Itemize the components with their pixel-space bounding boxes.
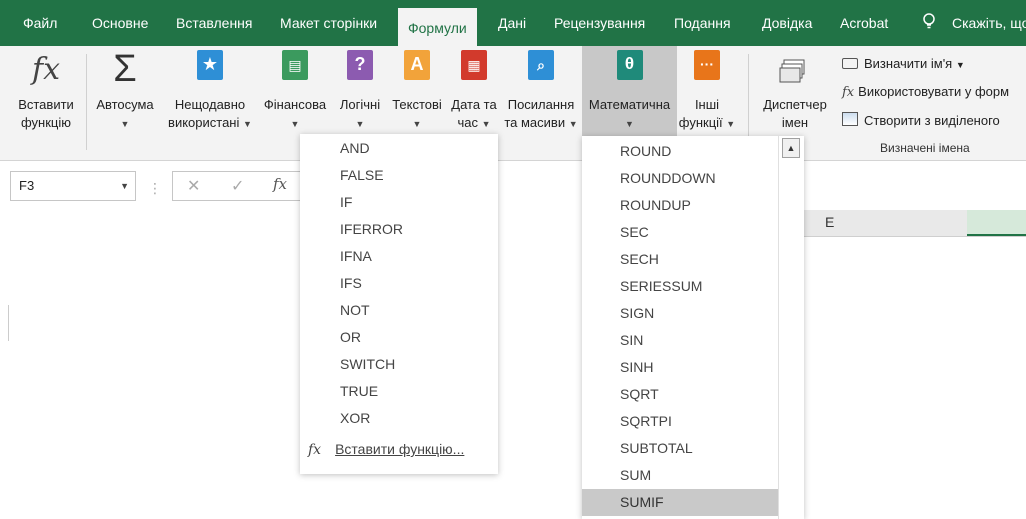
fx-icon: fx — [308, 442, 322, 458]
scroll-up-icon[interactable]: ▲ — [782, 138, 800, 158]
menu-item-sqrtpi[interactable]: SQRTPI — [582, 408, 804, 435]
insert-function-button[interactable]: fx Вставити функцію — [10, 46, 82, 158]
lookup-book-icon: ⌕ — [528, 50, 554, 80]
theta-book-icon: θ — [616, 50, 643, 80]
tell-me-search[interactable]: Скажіть, що — [952, 0, 1026, 46]
menu-item-ifs[interactable]: IFS — [300, 270, 498, 297]
column-header-strip: E — [795, 210, 1026, 237]
column-header-f-selected[interactable] — [967, 210, 1026, 236]
defined-names-group-label: Визначені імена — [880, 141, 970, 155]
menu-item-not[interactable]: NOT — [300, 297, 498, 324]
menu-review[interactable]: Рецензування — [554, 0, 645, 46]
menu-item-and[interactable]: AND — [300, 135, 498, 162]
create-from-selection-button[interactable]: Створити з виділеного — [842, 112, 1000, 128]
menu-item-sin[interactable]: SIN — [582, 327, 804, 354]
logical-functions-menu: AND FALSE IF IFERROR IFNA IFS NOT OR SWI… — [300, 134, 498, 474]
tag-icon — [842, 58, 858, 69]
menu-insert[interactable]: Вставлення — [176, 0, 253, 46]
financial-book-icon: ▤ — [282, 50, 308, 80]
define-name-button[interactable]: Визначити ім'я ▼ — [842, 56, 965, 71]
menu-item-switch[interactable]: SWITCH — [300, 351, 498, 378]
menu-item-false[interactable]: FALSE — [300, 162, 498, 189]
menu-item-xor[interactable]: XOR — [300, 405, 498, 432]
menu-item-ifna[interactable]: IFNA — [300, 243, 498, 270]
name-box[interactable]: F3 ▼ — [10, 171, 136, 201]
menu-item-rounddown[interactable]: ROUNDDOWN — [582, 165, 804, 192]
ribbon: fx Вставити функцію Σ Автосума ▼ ★ Нещодав… — [0, 46, 1026, 161]
menu-item-iferror[interactable]: IFERROR — [300, 216, 498, 243]
menu-view[interactable]: Подання — [674, 0, 731, 46]
lightbulb-icon[interactable] — [921, 13, 937, 29]
menu-item-sign[interactable]: SIGN — [582, 300, 804, 327]
menu-item-sumif[interactable]: SUMIF — [582, 489, 778, 516]
menu-item-sech[interactable]: SECH — [582, 246, 804, 273]
chevron-down-icon: ▼ — [481, 119, 491, 129]
cancel-icon[interactable]: ✕ — [187, 176, 200, 196]
fx-small-icon: fx — [842, 85, 855, 100]
menu-bar: Файл Основне Вставлення Макет сторінки Ф… — [0, 0, 1026, 46]
chevron-down-icon: ▼ — [412, 119, 422, 129]
calendar-book-icon: ▦ — [461, 50, 487, 80]
chevron-down-icon: ▼ — [726, 119, 736, 129]
recently-used-button[interactable]: ★ Нещодавно використані ▼ — [162, 46, 258, 158]
drag-handle-icon[interactable]: ⋮ — [148, 180, 162, 197]
scrollbar[interactable]: ▲ — [778, 136, 804, 519]
use-in-formula-button[interactable]: fx Використовувати у форм — [842, 84, 1009, 100]
text-book-icon: A — [404, 50, 430, 80]
chevron-down-icon: ▼ — [955, 60, 965, 70]
menu-help[interactable]: Довідка — [762, 0, 812, 46]
math-functions-menu: ROUND ROUNDDOWN ROUNDUP SEC SECH SERIESS… — [582, 136, 804, 519]
menu-item-if[interactable]: IF — [300, 189, 498, 216]
chevron-down-icon: ▼ — [355, 119, 365, 129]
menu-file[interactable]: Файл — [23, 0, 57, 46]
chevron-down-icon: ▼ — [568, 119, 578, 129]
autosum-button[interactable]: Σ Автосума ▼ — [90, 46, 160, 158]
menu-item-sqrt[interactable]: SQRT — [582, 381, 804, 408]
chevron-down-icon: ▼ — [625, 119, 634, 129]
star-book-icon: ★ — [197, 50, 223, 80]
fx-icon: fx — [31, 52, 61, 87]
formula-bar-buttons: ✕ ✓ fx — [172, 171, 314, 201]
lookup-reference-button[interactable]: ⌕ Посилання та масиви ▼ — [502, 46, 580, 158]
table-icon — [842, 112, 858, 126]
menu-item-sum[interactable]: SUM — [582, 462, 804, 489]
insert-function-menu-item[interactable]: fx Вставити функцію... — [300, 436, 498, 463]
menu-data[interactable]: Дані — [498, 0, 526, 46]
menu-item-sinh[interactable]: SINH — [582, 354, 804, 381]
name-manager-icon — [779, 59, 805, 83]
insert-function-fx-icon[interactable]: fx — [273, 175, 287, 193]
menu-item-seriessum[interactable]: SERIESSUM — [582, 273, 804, 300]
menu-home[interactable]: Основне — [92, 0, 148, 46]
column-header-e[interactable]: E — [825, 214, 834, 230]
more-book-icon: ··· — [694, 50, 720, 80]
menu-item-roundup[interactable]: ROUNDUP — [582, 192, 804, 219]
menu-item-sec[interactable]: SEC — [582, 219, 804, 246]
row-border — [8, 305, 9, 341]
ribbon-separator — [86, 54, 87, 150]
menu-item-round[interactable]: ROUND — [582, 138, 804, 165]
chevron-down-icon: ▼ — [243, 119, 252, 129]
menu-item-subtotal[interactable]: SUBTOTAL — [582, 435, 804, 462]
chevron-down-icon[interactable]: ▼ — [120, 172, 129, 200]
menu-acrobat[interactable]: Acrobat — [840, 0, 888, 46]
question-book-icon: ? — [347, 50, 373, 80]
chevron-down-icon: ▼ — [290, 119, 300, 129]
menu-item-or[interactable]: OR — [300, 324, 498, 351]
chevron-down-icon: ▼ — [120, 119, 130, 129]
menu-item-true[interactable]: TRUE — [300, 378, 498, 405]
menu-formulas[interactable]: Формули — [398, 8, 477, 46]
menu-page-layout[interactable]: Макет сторінки — [280, 0, 377, 46]
enter-icon[interactable]: ✓ — [231, 176, 244, 196]
sigma-icon: Σ — [113, 48, 137, 90]
